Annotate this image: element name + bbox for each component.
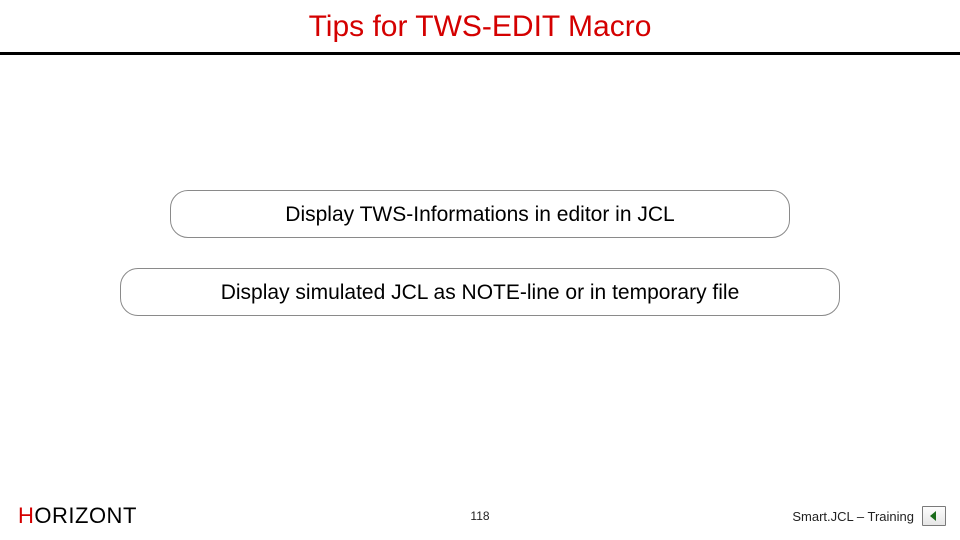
brand-rest: ORIZONT — [34, 503, 137, 528]
brand-accent: H — [18, 503, 34, 528]
footer-subtitle: Smart.JCL – Training — [792, 509, 914, 524]
page-number: 118 — [470, 509, 489, 523]
slide: Tips for TWS-EDIT Macro Display TWS-Info… — [0, 0, 960, 540]
footer: HORIZONT 118 Smart.JCL – Training — [0, 502, 960, 530]
footer-right: Smart.JCL – Training — [792, 506, 946, 526]
tip-text-2: Display simulated JCL as NOTE-line or in… — [221, 281, 740, 304]
back-button[interactable] — [922, 506, 946, 526]
content-area: Display TWS-Informations in editor in JC… — [0, 0, 960, 540]
brand-logo: HORIZONT — [18, 503, 137, 529]
tip-text-1: Display TWS-Informations in editor in JC… — [285, 203, 674, 226]
tip-box-2: Display simulated JCL as NOTE-line or in… — [120, 268, 840, 316]
arrow-left-icon — [928, 510, 940, 522]
tip-box-1: Display TWS-Informations in editor in JC… — [170, 190, 790, 238]
